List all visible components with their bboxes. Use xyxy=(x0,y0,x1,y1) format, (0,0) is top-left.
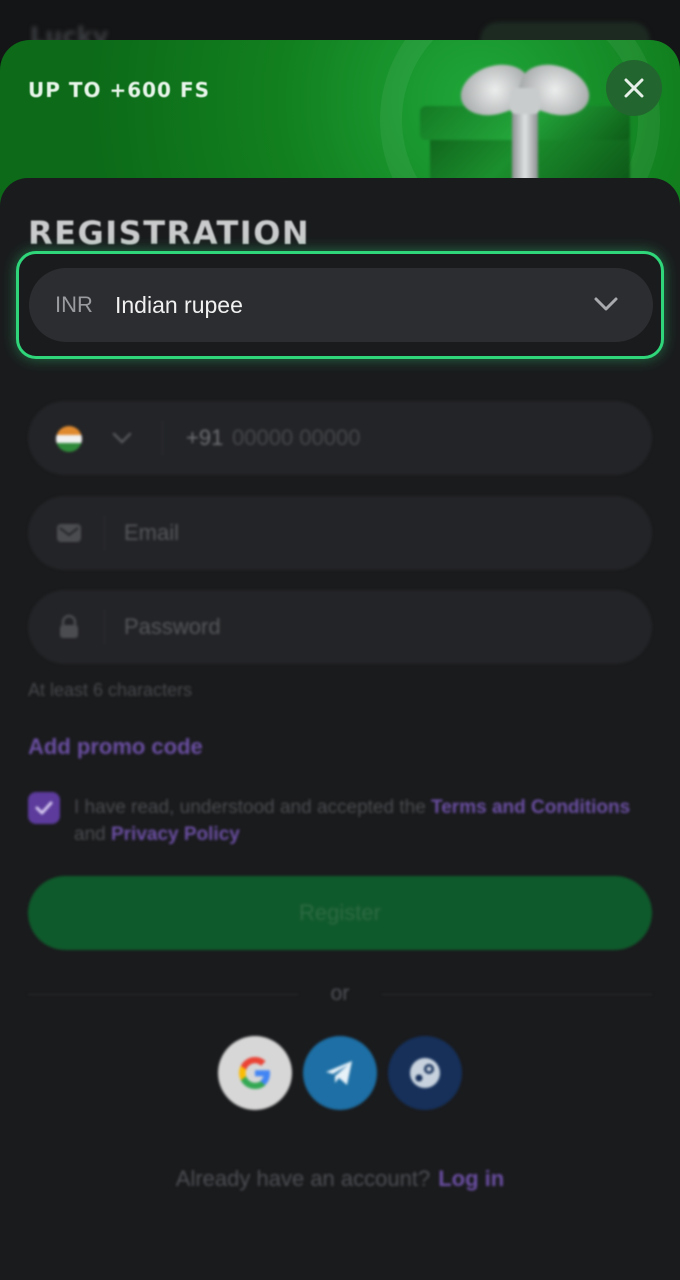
terms-checkbox[interactable] xyxy=(28,792,60,824)
login-link[interactable]: Log in xyxy=(438,1166,504,1191)
close-icon xyxy=(624,78,644,98)
phone-country-code: +91 xyxy=(186,425,224,450)
add-promo-code-link[interactable]: Add promo code xyxy=(28,734,203,760)
india-flag-icon xyxy=(56,426,82,452)
email-input[interactable]: Email xyxy=(124,520,179,546)
currency-select[interactable]: INR Indian rupee xyxy=(29,268,653,342)
privacy-link[interactable]: Privacy Policy xyxy=(111,824,240,845)
currency-name: Indian rupee xyxy=(115,291,243,318)
register-button[interactable]: Register xyxy=(28,876,652,950)
divider xyxy=(104,516,105,550)
password-hint: At least 6 characters xyxy=(28,680,193,700)
currency-highlight: INR Indian rupee xyxy=(16,251,664,359)
terms-text: I have read, understood and accepted the… xyxy=(74,794,634,848)
terms-prefix: I have read, understood and accepted the xyxy=(74,797,432,818)
chevron-down-icon xyxy=(594,297,618,311)
form-panel: REGISTRATION INR Indian rupee +91 00000 … xyxy=(0,178,680,1280)
google-login-button[interactable] xyxy=(218,1036,292,1110)
phone-input[interactable]: 00000 00000 xyxy=(232,425,360,451)
or-divider: or xyxy=(28,980,652,1010)
steam-icon xyxy=(410,1058,440,1088)
steam-login-button[interactable] xyxy=(388,1036,462,1110)
login-prompt: Already have an account? Log in xyxy=(0,1166,680,1192)
divider xyxy=(104,610,105,644)
password-input[interactable]: Password xyxy=(124,614,221,640)
password-field[interactable]: Password xyxy=(28,590,652,664)
login-prompt-text: Already have an account? xyxy=(175,1166,431,1191)
check-icon xyxy=(35,801,53,815)
phone-field[interactable]: +91 00000 00000 xyxy=(28,401,652,475)
currency-code: INR xyxy=(55,292,93,317)
telegram-icon xyxy=(326,1061,352,1085)
telegram-login-button[interactable] xyxy=(303,1036,377,1110)
terms-middle: and xyxy=(74,824,111,845)
chevron-down-icon[interactable] xyxy=(112,431,132,445)
banner-title: UP TO +600 FS xyxy=(28,78,211,102)
registration-modal: UP TO +600 FS REGISTRATION INR Indian ru… xyxy=(0,40,680,1280)
email-field[interactable]: Email xyxy=(28,496,652,570)
divider xyxy=(162,421,163,455)
google-icon xyxy=(239,1057,270,1089)
envelope-icon xyxy=(57,524,81,542)
or-text: or xyxy=(330,982,350,1005)
lock-icon xyxy=(60,614,78,638)
terms-link[interactable]: Terms and Conditions xyxy=(431,797,630,818)
close-button[interactable] xyxy=(606,60,662,116)
page-title: REGISTRATION xyxy=(28,214,311,252)
